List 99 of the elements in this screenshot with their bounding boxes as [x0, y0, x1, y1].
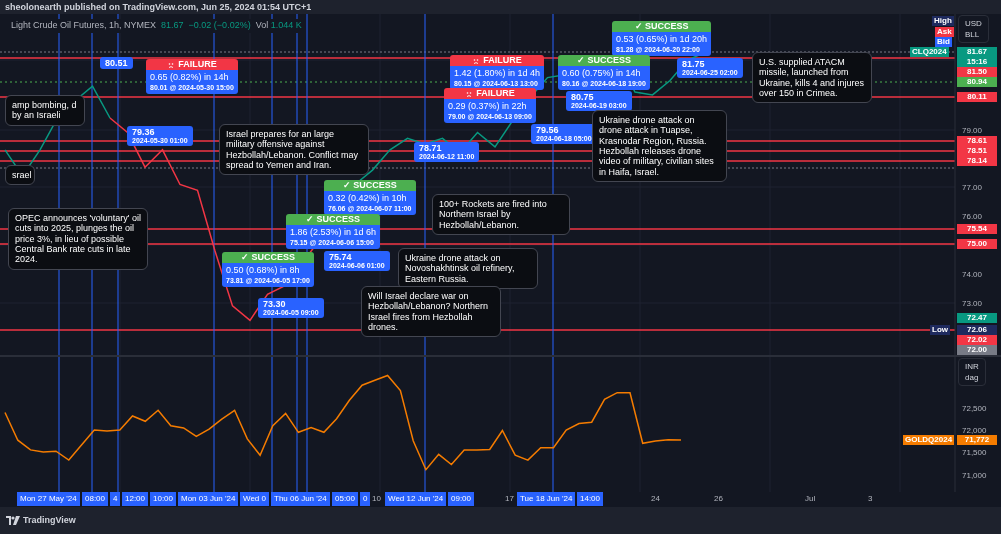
time-label: Jul: [805, 493, 816, 505]
price-tag: 72.06: [957, 325, 997, 335]
time-label: Thu 06 Jun '24: [271, 492, 330, 506]
note-text: Will Israel declare war on Hezbollah/Lebanon? Northern Israel fires from Hezbollah drones.: [361, 286, 501, 338]
time-label: 3: [868, 493, 873, 505]
axis-tick-label: 72,000: [962, 425, 987, 437]
currency-label: INR: [965, 361, 979, 372]
price-label: 79.56: [536, 125, 560, 136]
time-label: 24: [651, 493, 660, 505]
time-label: 10: [372, 493, 381, 505]
result-text: 0.29 (0.37%) in 22h: [448, 100, 528, 112]
time-label: 05:00: [332, 492, 359, 506]
note-text: OPEC announces 'voluntary' oil cuts into 2025, plunges the oil price 3%, in lieu of possible Central Bank rate cuts in late 2024.: [8, 208, 148, 270]
axis-tick-label: 71,000: [962, 470, 987, 482]
price-tag: 15:16: [957, 57, 997, 67]
price-tag: 75.54: [957, 224, 997, 234]
time-label: 0: [360, 492, 371, 506]
price-tag: 80.11: [957, 92, 997, 102]
price-tag: 71,772: [957, 435, 997, 445]
price-tag: Ask: [935, 27, 954, 37]
axis-tick-label: 79.00: [962, 125, 983, 137]
result-text: 1.86 (2.53%) in 1d 6h: [290, 226, 377, 238]
status-label: ✓ SUCCESS: [576, 53, 631, 67]
price-change: −0.02 (−0.02%): [188, 19, 251, 33]
time-label: 12:00: [122, 492, 149, 506]
price-tag: 78.61: [957, 136, 997, 146]
axis-tick-label: 73.00: [962, 298, 983, 310]
symbol-title: Light Crude Oil Futures, 1h, NYMEX: [11, 19, 157, 33]
axis-tick-label: 77.00: [962, 182, 983, 194]
price-tag: High: [932, 16, 954, 26]
price-tag: 75.00: [957, 239, 997, 249]
brand-name: TradingView: [23, 513, 76, 527]
price-tag: 72.02: [957, 335, 997, 345]
time-label: Tue 18 Jun '24: [517, 492, 576, 506]
time-label: 4: [110, 492, 121, 506]
volume-value: 1.044 K: [270, 20, 302, 30]
axis-tick-label: 76.00: [962, 211, 983, 223]
price-tag: 78.51: [957, 146, 997, 156]
time-label: Mon 03 Jun '24: [178, 492, 239, 506]
result-text: 0.65 (0.82%) in 14h: [150, 71, 230, 83]
price-tag: 72.47: [957, 313, 997, 323]
note-text: U.S. supplied ATACM missile, launched from Ukraine, kills 4 and injures over 150 in Crimea.: [752, 52, 872, 104]
result-text: 1.42 (1.80%) in 1d 4h: [454, 67, 541, 79]
note-text: Ukraine drone attack on Novoshakhtinsk oil refinery, Eastern Russia.: [398, 248, 538, 290]
logo-icon: [6, 516, 20, 525]
note-text: Israel prepares for an large military offensive against Hezbollah/Lebanon. Conflict may spread to Yemen and Iran.: [219, 124, 369, 176]
time-label: 26: [714, 493, 723, 505]
price-tag: Bid: [935, 37, 952, 47]
time-label: Wed 12 Jun '24: [385, 492, 447, 506]
status-label: FAILURE: [483, 53, 522, 67]
time-label: 08:00: [82, 492, 109, 506]
status-label: ✓ SUCCESS: [306, 212, 361, 226]
price-label: 79.36: [132, 127, 156, 138]
sad-face-icon: [472, 56, 481, 65]
axis-tick-label: 74.00: [962, 269, 983, 281]
note-text: Ukraine drone attack on drone attack in Tuapse, Krasnodar Region, Russia. Hezbollah releases drone video of military, civilian sites in Haifa, Israel.: [592, 110, 727, 183]
note-text: 100+ Rockets are fired into Northern Israel by Hezbollah/Lebanon.: [432, 194, 570, 236]
axis-tick-label: 71,500: [962, 447, 987, 459]
price-label: 78.71: [419, 143, 443, 154]
symbol-tag: GOLDQ2024: [903, 435, 955, 445]
currency-unit-box[interactable]: INR dag: [958, 358, 986, 386]
volume-label: Vol: [255, 20, 269, 30]
time-label: 10:00: [150, 492, 177, 506]
unit-label: BLL: [965, 29, 981, 40]
time-label: 17: [505, 493, 514, 505]
price-tag: 81.67: [957, 47, 997, 57]
status-label: ✓ SUCCESS: [342, 178, 397, 192]
status-label: FAILURE: [476, 87, 515, 100]
currency-unit-box[interactable]: USD BLL: [958, 15, 989, 43]
time-label: 14:00: [577, 492, 604, 506]
result-text: 0.50 (0.68%) in 8h: [226, 264, 301, 276]
time-label: Wed 0: [240, 492, 269, 506]
time-label: Mon 27 May '24: [17, 492, 80, 506]
price-label: 73.30: [263, 299, 287, 310]
price-label: 80.51: [105, 58, 128, 69]
price-label: 80.75: [571, 92, 595, 103]
price-tag: 78.14: [957, 156, 997, 166]
axis-tick-label: 72,500: [962, 403, 987, 415]
sad-face-icon: [167, 60, 176, 69]
price-label: 81.75: [682, 59, 706, 70]
price-tag: CLQ2024: [910, 47, 949, 57]
price-label: 75.74: [329, 252, 353, 263]
price-tag: 72.00: [957, 345, 997, 355]
note-text: amp bombing, d by an Israeli: [5, 95, 85, 126]
unit-label: dag: [965, 372, 979, 383]
price-tag: 81.50: [957, 67, 997, 77]
status-label: ✓ SUCCESS: [634, 19, 689, 33]
note-text: srael: [5, 165, 35, 186]
result-text: 0.60 (0.75%) in 14h: [562, 67, 642, 79]
price-tag: Low: [930, 325, 950, 335]
status-label: ✓ SUCCESS: [240, 250, 295, 264]
result-text: 0.53 (0.65%) in 1d 20h: [616, 33, 708, 45]
status-label: FAILURE: [178, 57, 217, 71]
result-text: 0.32 (0.42%) in 10h: [328, 192, 408, 204]
sad-face-icon: [465, 89, 474, 98]
currency-label: USD: [965, 18, 982, 29]
publish-info: sheolonearth published on TradingView.com, Jun 25, 2024 01:54 UTC+1: [4, 1, 313, 14]
time-label: 09:00: [448, 492, 475, 506]
price-tag: 80.94: [957, 77, 997, 87]
